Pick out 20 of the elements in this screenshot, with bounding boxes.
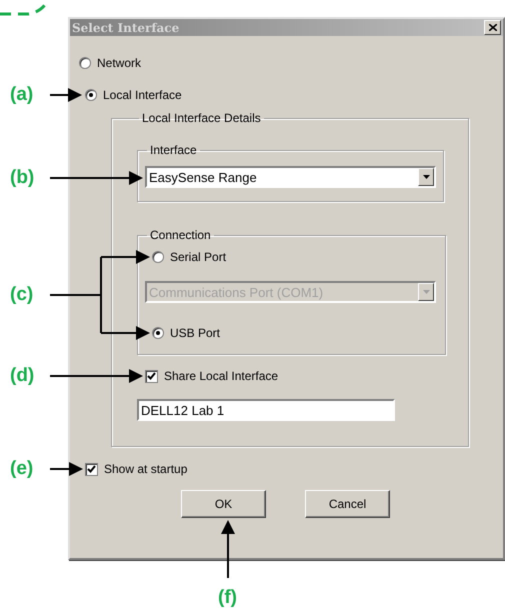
radio-label: Network [97,56,142,70]
group-title: Local Interface Details [141,111,262,125]
callout-label: (d) [10,365,34,387]
interface-dropdown[interactable]: EasySense Range [145,166,436,188]
callout-label: (f) [218,587,237,609]
callout-label: (a) [10,84,34,106]
radio-label: USB Port [170,326,220,340]
radio-label: Local Interface [103,88,182,102]
group-title: Connection [149,228,212,242]
callout-label: (c) [10,284,34,306]
window-title: Select Interface [72,20,180,34]
group-title: Interface [149,143,198,157]
radio-label: Serial Port [170,250,226,264]
checkbox-label: Share Local Interface [164,369,278,383]
ok-button[interactable]: OK [181,490,266,518]
callout-label: (b) [10,167,34,189]
checkbox-label: Show at startup [104,462,188,476]
callout-label: (e) [10,458,34,480]
cancel-button[interactable]: Cancel [305,490,390,518]
name-input-field[interactable]: DELL12 Lab 1 [137,399,395,421]
